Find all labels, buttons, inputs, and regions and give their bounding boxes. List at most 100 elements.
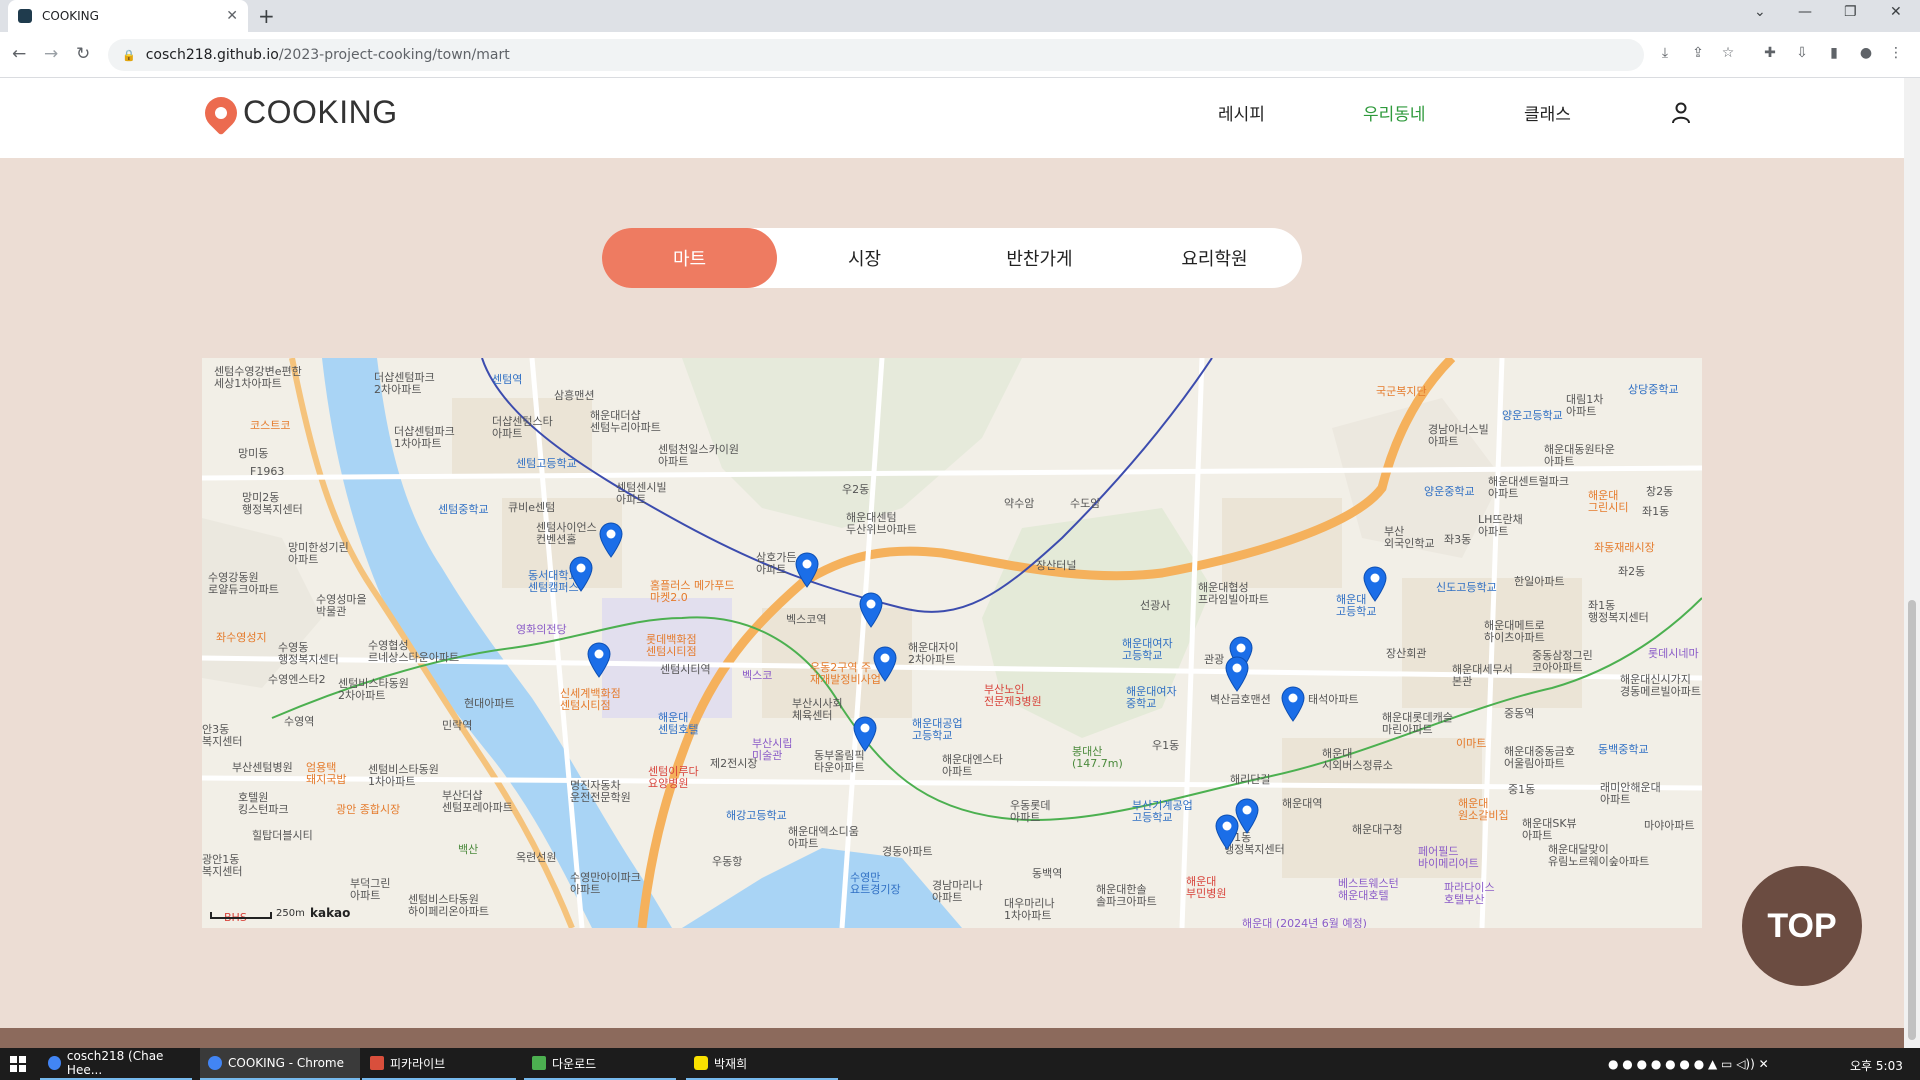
map-label: 해운대구청 [1352,823,1403,836]
nav-recipe[interactable]: 레시피 [1218,100,1265,125]
nav-town[interactable]: 우리동네 [1363,100,1426,125]
page-scrollbar[interactable] [1904,78,1920,1048]
kakaotalk-icon [694,1056,708,1070]
map-label: 대우마리나 1차아파트 [1004,897,1055,922]
map-label: 센텀비스타동원 2차아파트 [338,677,409,702]
map-label: 신세계백화점 센텀시티점 [560,687,621,712]
taskbar-item[interactable]: cosch218 (Chae Hee... [40,1048,192,1080]
logo[interactable]: COOKING [198,89,398,136]
user-icon[interactable] [1672,102,1690,124]
map-label: 더샵센텀파크 1차아파트 [394,425,455,450]
mart-marker-pin[interactable] [598,522,624,558]
profile-icon[interactable]: ● [1858,45,1874,61]
taskbar-item[interactable]: COOKING - Chrome [200,1048,360,1080]
taskbar-item[interactable]: 피카라이브 [362,1048,516,1080]
browser-tabbar: COOKING ✕ + ⌄ — ❐ ✕ [0,0,1920,32]
install-icon[interactable]: ⤓ [1657,45,1673,61]
map-label: 페어필드 바이메리어트 [1418,845,1479,870]
side-panel-icon[interactable]: ▮ [1826,45,1842,61]
pikalive-icon [370,1056,384,1070]
site-header: COOKING 레시피 우리동네 클래스 [0,78,1904,158]
minimize-icon[interactable]: — [1798,4,1812,20]
map[interactable]: 센텀수영강변e편한 세상1차아파트 더샵센텀파크 2차아파트 센텀역 삼흥맨션 코스… [202,358,1702,928]
extensions-icon[interactable]: ✚ [1762,45,1778,61]
new-tab-icon[interactable]: + [258,4,275,28]
browser-tab[interactable]: COOKING ✕ [8,0,248,32]
scroll-thumb[interactable] [1908,600,1916,1040]
mart-marker-pin[interactable] [586,642,612,678]
map-label: 해운대롯데캐슬 마린아파트 [1382,711,1453,736]
map-label: 중동삼정그린 코아아파트 [1532,649,1593,674]
map-label: 망미동 [238,447,269,460]
system-clock[interactable]: 오후 5:03 [1850,1057,1903,1074]
category-tabs: 마트 시장 반찬가게 요리학원 [602,228,1302,288]
mart-marker-pin[interactable] [794,552,820,588]
map-label: 제2전시장 [710,757,758,770]
share-icon[interactable]: ⇪ [1690,45,1706,61]
map-label: 양운중학교 [1424,485,1475,498]
map-label: 망미한성기린 아파트 [288,541,349,566]
tray-icons[interactable]: ● ● ● ● ● ● ● ▲ ▭ ◁)) ✕ [1608,1057,1769,1071]
tab-search-icon[interactable]: ⌄ [1754,4,1766,20]
map-label: 마야아파트 [1644,819,1695,832]
close-window-icon[interactable]: ✕ [1890,4,1902,20]
map-label: 더샵센텀파크 2차아파트 [374,371,435,396]
mart-marker-pin[interactable] [872,646,898,682]
map-label: 센텀시티역 [660,663,711,676]
mart-marker-pin[interactable] [1224,656,1250,692]
map-label: 우2동 [842,483,870,496]
tab-mart[interactable]: 마트 [602,228,777,288]
map-label: 큐비e센텀 [508,501,556,514]
map-label: 삼흥맨션 [554,389,595,402]
taskbar-item-label: 다운로드 [552,1056,597,1071]
map-label: 수영역 [284,715,315,728]
map-provider-logo: kakao [310,906,351,920]
mart-marker-pin[interactable] [1280,686,1306,722]
map-label: 선광사 [1140,599,1171,612]
mart-marker-pin[interactable] [1362,566,1388,602]
map-label: 봉대산 (147.7m) [1072,745,1123,770]
address-bar[interactable]: 🔒 cosch218.github.io/2023-project-cookin… [108,39,1644,71]
map-label: 코스트코 [250,419,291,432]
taskbar-item[interactable]: 박재희 [686,1048,838,1080]
map-label: 롯데백화점 센텀시티점 [646,633,697,658]
reload-icon[interactable]: ↻ [76,44,90,64]
nav-class[interactable]: 클래스 [1524,100,1571,125]
back-icon[interactable]: ← [12,44,26,64]
map-label: 파라다이스 호텔부산 [1444,881,1495,906]
downloads-icon[interactable]: ⇩ [1794,45,1810,61]
restore-icon[interactable]: ❐ [1844,4,1857,20]
mart-marker-pin[interactable] [1214,814,1240,850]
map-label: 동백중학교 [1598,743,1649,756]
mart-marker-pin[interactable] [858,592,884,628]
map-label: 민락역 [442,719,473,732]
mart-marker-pin[interactable] [568,556,594,592]
map-label: LH뜨란채 아파트 [1478,513,1523,538]
tab-title: COOKING [42,9,99,23]
map-label: 센텀비스타동원 하이페리온아파트 [408,893,489,918]
map-label: 이마트 [1456,737,1487,750]
bookmark-star-icon[interactable]: ☆ [1720,45,1736,61]
map-label: 부산더샵 센텀포레아파트 [442,789,513,814]
map-label: 신도고등학교 [1436,581,1497,594]
scroll-top-button[interactable]: TOP [1742,866,1862,986]
taskbar-item[interactable]: 다운로드 [524,1048,676,1080]
map-label: 옥련선원 [516,851,557,864]
map-label: 부산기계공업 고등학교 [1132,799,1193,824]
forward-icon[interactable]: → [44,44,58,64]
tab-cooking-school[interactable]: 요리학원 [1127,228,1302,288]
map-label: 벡스코 [742,669,773,682]
logo-text: COOKING [243,94,398,130]
menu-icon[interactable]: ⋮ [1888,45,1904,61]
map-label: 해운대한솔 솔파크아파트 [1096,883,1157,908]
map-label: 좌1동 행정복지센터 [1588,599,1649,624]
map-label: 수영강동원 로얄듀크아파트 [208,571,279,596]
map-label: 백산 [458,843,479,856]
tab-side-dish[interactable]: 반찬가게 [952,228,1127,288]
map-label: 벽산금호맨션 [1210,693,1271,706]
tab-close-icon[interactable]: ✕ [226,8,238,24]
mart-marker-pin[interactable] [852,716,878,752]
tab-market[interactable]: 시장 [777,228,952,288]
map-label: 좌동재래시장 [1594,541,1655,554]
windows-start-icon[interactable] [10,1056,26,1072]
